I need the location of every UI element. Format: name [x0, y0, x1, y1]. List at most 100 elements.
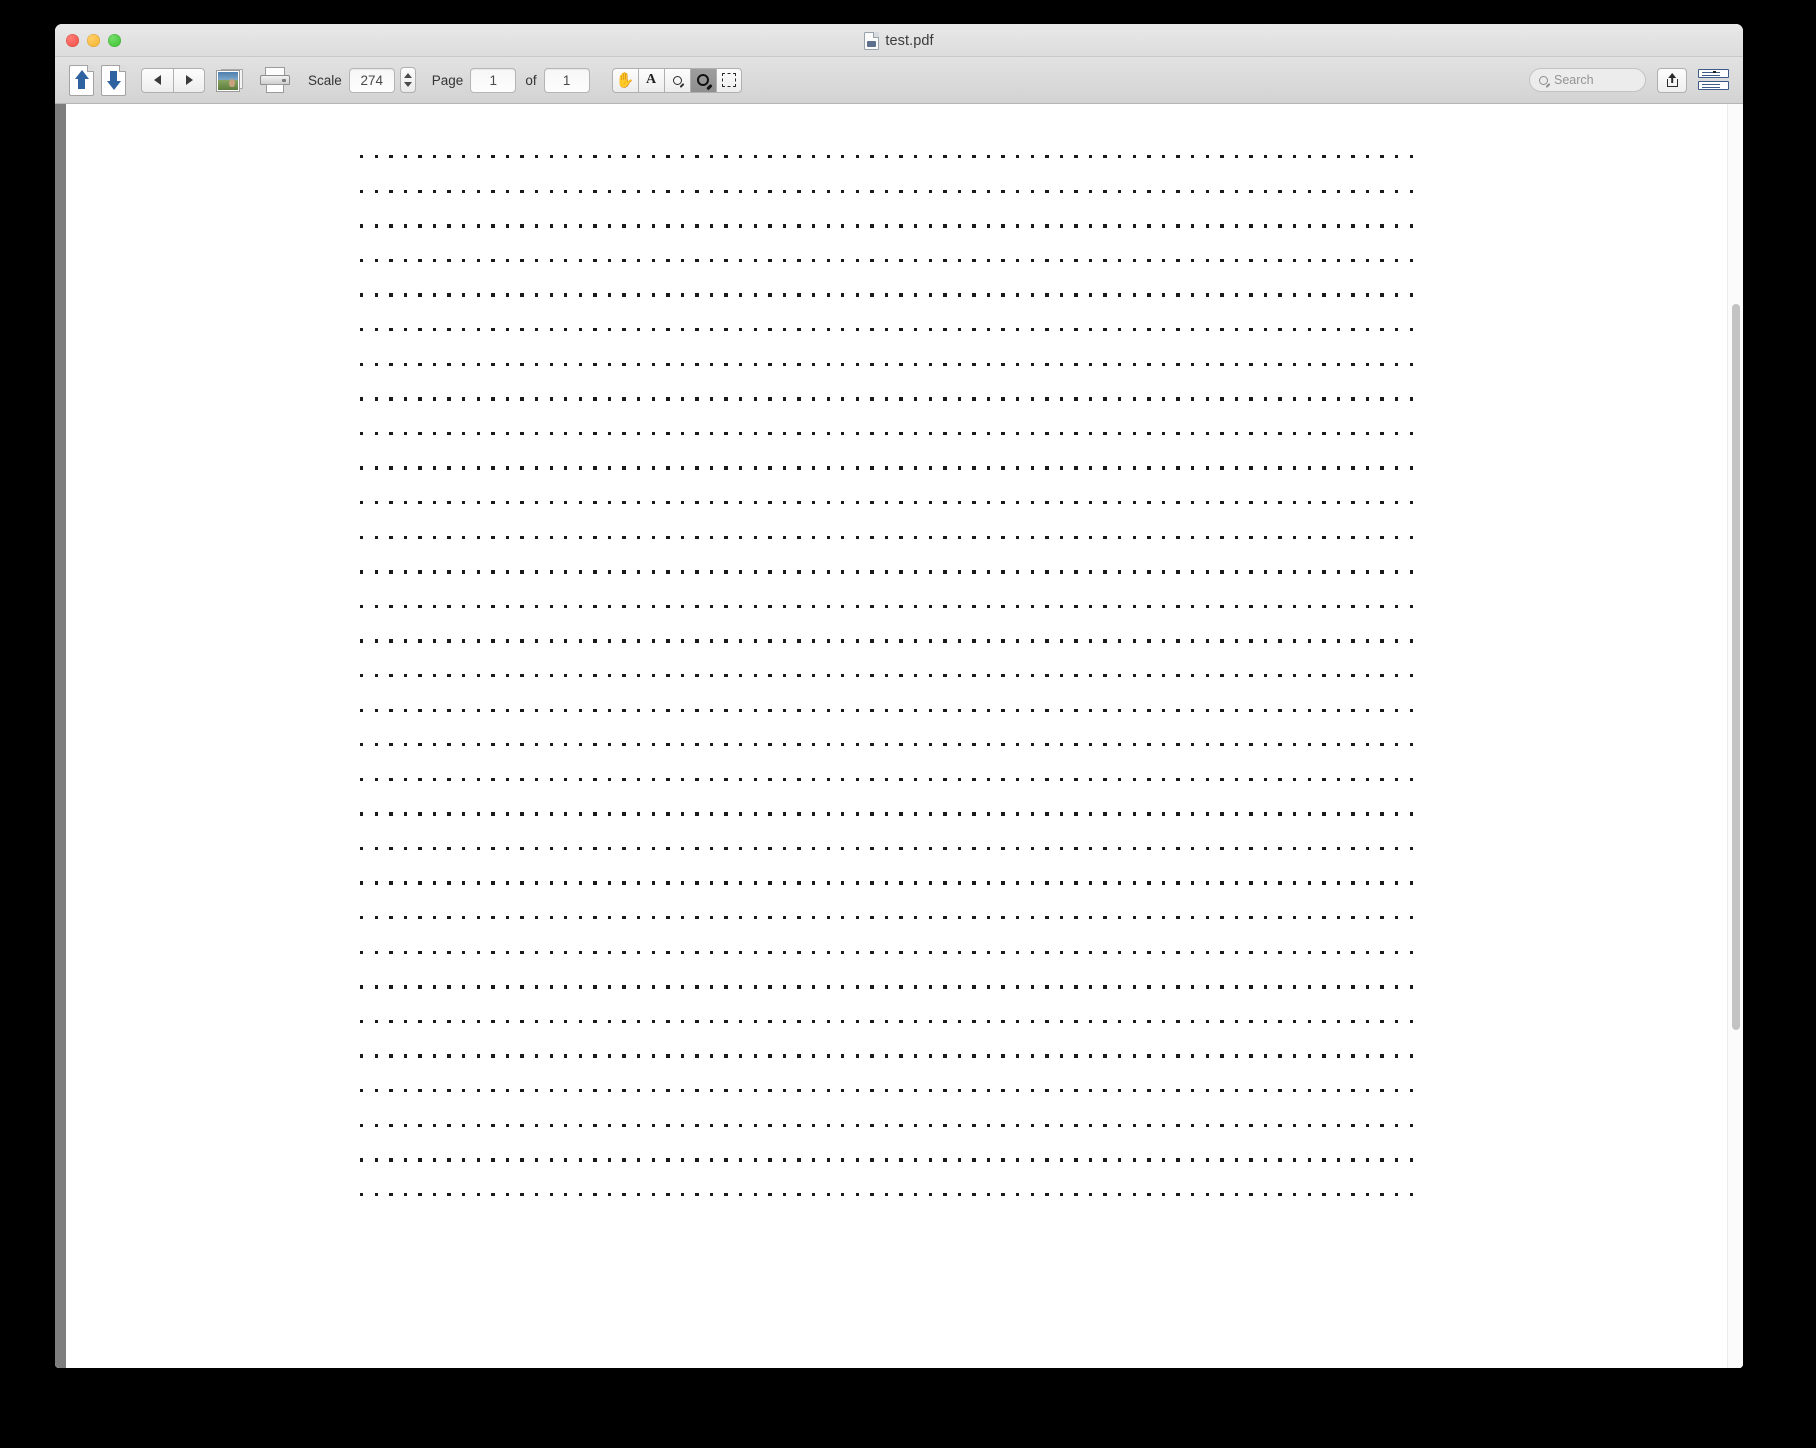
dot-glyph: [1176, 1019, 1180, 1024]
dot-glyph: [403, 604, 408, 609]
page-up-icon[interactable]: [69, 64, 94, 96]
dot-glyph: [899, 466, 903, 470]
dot-glyph: [1395, 362, 1399, 366]
dot-glyph: [549, 985, 553, 989]
dot-glyph: [607, 362, 612, 366]
dot-glyph: [1161, 189, 1166, 193]
dot-glyph: [1103, 1123, 1107, 1128]
dot-glyph: [797, 327, 801, 332]
dot-glyph: [505, 293, 510, 297]
dotted-text-line: [360, 743, 1743, 778]
dot-glyph: [1307, 1123, 1311, 1128]
page-layout-button[interactable]: [1698, 69, 1729, 91]
dot-glyph: [1059, 189, 1064, 193]
dot-glyph: [593, 1019, 597, 1024]
dotted-text-line: [360, 812, 1743, 847]
dot-glyph: [1190, 362, 1195, 366]
dot-glyph: [680, 1089, 685, 1093]
dot-glyph: [1365, 397, 1370, 401]
thumbnail-photo-icon[interactable]: [216, 68, 244, 92]
dot-glyph: [462, 673, 466, 678]
dot-glyph: [1059, 985, 1064, 989]
search-input[interactable]: Search: [1529, 68, 1646, 92]
dot-glyph: [636, 950, 641, 955]
dot-glyph: [374, 777, 378, 782]
hand-tool-button[interactable]: ✋: [611, 67, 638, 93]
dot-glyph: [884, 812, 889, 816]
dot-glyph: [1103, 846, 1107, 851]
dot-glyph: [1059, 639, 1064, 643]
collapsed-sidebar-strip[interactable]: [55, 104, 66, 1368]
vertical-scrollbar[interactable]: [1727, 104, 1743, 1368]
dot-glyph: [1161, 777, 1166, 782]
dot-glyph: [1380, 155, 1384, 159]
dot-glyph: [549, 812, 553, 816]
printer-icon[interactable]: [260, 67, 290, 93]
stepper-down-icon[interactable]: [403, 82, 412, 87]
dot-glyph: [520, 1054, 524, 1058]
scale-input[interactable]: 274: [348, 67, 395, 93]
dot-glyph: [811, 155, 816, 159]
dot-glyph: [986, 950, 991, 955]
zoom-in-tool-button[interactable]: [689, 67, 716, 93]
dot-glyph: [782, 846, 787, 851]
zoom-out-tool-button[interactable]: [663, 67, 690, 93]
dot-glyph: [1395, 743, 1399, 747]
stepper-up-icon[interactable]: [403, 73, 412, 78]
dot-glyph: [943, 155, 947, 159]
dot-glyph: [928, 155, 932, 159]
dot-glyph: [739, 258, 743, 263]
page-down-icon[interactable]: [101, 64, 126, 96]
dot-glyph: [1059, 604, 1064, 609]
dot-glyph: [666, 673, 670, 678]
dot-glyph: [811, 1019, 816, 1024]
dot-glyph: [1147, 570, 1151, 574]
dot-glyph: [855, 708, 860, 712]
dot-glyph: [739, 535, 743, 539]
dot-glyph: [564, 777, 568, 782]
dot-glyph: [520, 743, 524, 747]
dot-glyph: [491, 258, 495, 263]
dot-glyph: [491, 743, 495, 747]
dot-glyph: [476, 1123, 481, 1128]
dot-glyph: [374, 327, 378, 332]
share-button[interactable]: [1657, 67, 1687, 93]
dot-glyph: [389, 916, 393, 920]
marquee-select-tool-button[interactable]: [715, 67, 742, 93]
dot-glyph: [1293, 327, 1297, 332]
dot-glyph: [491, 846, 495, 851]
text-select-tool-button[interactable]: A: [637, 67, 664, 93]
dot-glyph: [870, 708, 874, 712]
next-page-button[interactable]: [173, 67, 205, 93]
dot-glyph: [841, 708, 845, 712]
dot-glyph: [374, 673, 378, 678]
dot-glyph: [564, 1054, 568, 1058]
dot-glyph: [1263, 950, 1268, 955]
dot-glyph: [1190, 708, 1195, 712]
dot-glyph: [564, 950, 568, 955]
scale-stepper[interactable]: [399, 67, 416, 93]
dot-glyph: [1147, 535, 1151, 539]
magnifier-large-icon: [697, 74, 713, 91]
dot-glyph: [1351, 327, 1355, 332]
dot-glyph: [476, 155, 481, 159]
dot-glyph: [753, 397, 757, 401]
dot-glyph: [957, 708, 962, 712]
dot-glyph: [389, 397, 393, 401]
previous-page-button[interactable]: [141, 67, 173, 93]
dot-glyph: [607, 1123, 612, 1128]
dot-glyph: [870, 258, 874, 263]
dot-glyph: [607, 743, 612, 747]
page-number-input[interactable]: 1: [470, 67, 517, 93]
dot-glyph: [374, 570, 378, 574]
dot-glyph: [403, 431, 408, 436]
dot-glyph: [666, 224, 670, 228]
scrollbar-thumb[interactable]: [1732, 304, 1740, 1030]
dot-glyph: [1351, 777, 1355, 782]
dot-glyph: [636, 1089, 641, 1093]
window-title-group: test.pdf: [55, 24, 1743, 57]
dot-glyph: [753, 985, 757, 989]
dot-glyph: [943, 258, 947, 263]
pdf-page-view[interactable]: [66, 104, 1743, 1368]
dot-glyph: [666, 431, 670, 436]
